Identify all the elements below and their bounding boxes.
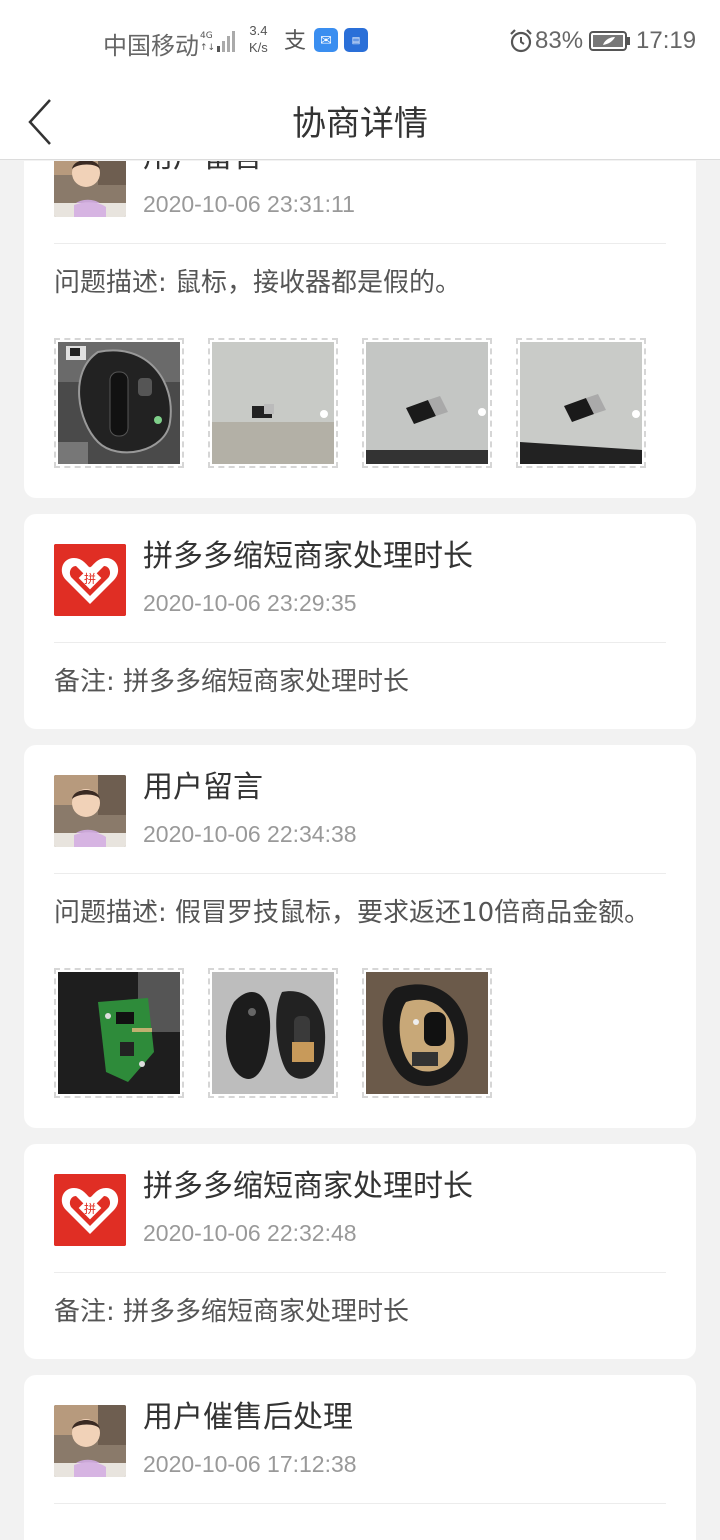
photo-thumbnail[interactable] bbox=[362, 968, 492, 1098]
receiver-on-table-photo bbox=[212, 342, 334, 464]
record-time: 2020-10-06 22:34:38 bbox=[143, 821, 357, 847]
mouse-with-receiver-photo bbox=[58, 342, 180, 464]
divider bbox=[54, 1272, 666, 1273]
photo-thumbnail[interactable] bbox=[208, 968, 338, 1098]
record-time: 2020-10-06 22:32:48 bbox=[143, 1220, 357, 1246]
receiver-closeup-photo bbox=[366, 342, 488, 464]
svg-text:拼: 拼 bbox=[84, 1202, 96, 1216]
record-title: 拼多多缩短商家处理时长 bbox=[143, 539, 473, 574]
record-title: 用户留言 bbox=[143, 161, 355, 175]
signal-icon: 4G ↑↓ bbox=[200, 31, 235, 53]
network-speed: 3.4 K/s bbox=[249, 23, 268, 55]
negotiation-timeline[interactable]: 用户留言 2020-10-06 23:31:11 问题描述: 鼠标，接收器都是假… bbox=[0, 161, 720, 1540]
carrier-name: 中国移动 bbox=[103, 33, 199, 60]
record-card: 用户留言 2020-10-06 23:31:11 问题描述: 鼠标，接收器都是假… bbox=[24, 161, 696, 498]
record-card: 用户留言 2020-10-06 22:34:38 问题描述: 假冒罗技鼠标，要求… bbox=[24, 745, 696, 1128]
record-time: 2020-10-06 17:12:38 bbox=[143, 1451, 357, 1477]
photo-thumbnail[interactable] bbox=[54, 338, 184, 468]
pinduoduo-logo: 拼 bbox=[54, 1174, 126, 1246]
record-description: 备注: 拼多多缩短商家处理时长 bbox=[54, 1297, 410, 1327]
app-notification-icon: ✉ bbox=[314, 28, 338, 52]
record-title: 拼多多缩短商家处理时长 bbox=[143, 1169, 473, 1204]
divider bbox=[54, 243, 666, 244]
record-card: 拼 拼多多缩短商家处理时长 2020-10-06 22:32:48 备注: 拼多… bbox=[24, 1144, 696, 1359]
record-title: 用户留言 bbox=[143, 770, 263, 805]
divider bbox=[54, 873, 666, 874]
record-time: 2020-10-06 23:31:11 bbox=[143, 191, 355, 217]
svg-text:↑↓: ↑↓ bbox=[200, 43, 215, 53]
user-avatar bbox=[54, 1405, 126, 1477]
page-title: 协商详情 bbox=[292, 104, 428, 144]
divider bbox=[54, 1503, 666, 1504]
battery-percent: 83% bbox=[535, 27, 584, 54]
battery-icon bbox=[589, 31, 630, 51]
status-bar: 中国移动 4G ↑↓ 3.4 K/s 支 ✉ ▤ 83% 17:19 bbox=[0, 0, 720, 80]
record-description: 问题描述: 鼠标，接收器都是假的。 bbox=[54, 268, 462, 298]
circuit-board-photo bbox=[58, 972, 180, 1094]
divider bbox=[54, 642, 666, 643]
photo-thumbnail[interactable] bbox=[208, 338, 338, 468]
record-title: 用户催售后处理 bbox=[143, 1400, 353, 1435]
svg-text:拼: 拼 bbox=[84, 572, 96, 586]
photo-list bbox=[54, 338, 666, 468]
photo-thumbnail[interactable] bbox=[54, 968, 184, 1098]
user-avatar bbox=[54, 161, 126, 217]
photo-list bbox=[54, 968, 666, 1098]
record-card: 拼 拼多多缩短商家处理时长 2020-10-06 23:29:35 备注: 拼多… bbox=[24, 514, 696, 729]
record-description: 备注: 拼多多缩短商家处理时长 bbox=[54, 667, 410, 697]
photo-thumbnail[interactable] bbox=[362, 338, 492, 468]
pinduoduo-logo: 拼 bbox=[54, 544, 126, 616]
receiver-closeup-photo-2 bbox=[520, 342, 642, 464]
alarm-icon bbox=[510, 29, 532, 53]
record-time: 2020-10-06 23:29:35 bbox=[143, 590, 357, 616]
news-app-icon: ▤ bbox=[344, 28, 368, 52]
record-card: 用户催售后处理 2020-10-06 17:12:38 bbox=[24, 1375, 696, 1540]
opened-mouse-photo bbox=[212, 972, 334, 1094]
record-list: 用户留言 2020-10-06 23:31:11 问题描述: 鼠标，接收器都是假… bbox=[24, 161, 696, 1540]
record-description: 问题描述: 假冒罗技鼠标，要求返还10倍商品金额。 bbox=[54, 898, 651, 928]
svg-text:4G: 4G bbox=[200, 31, 213, 41]
mouse-internals-photo bbox=[366, 972, 488, 1094]
navigation-header: 协商详情 bbox=[0, 80, 720, 160]
alipay-icon: 支 bbox=[284, 28, 307, 53]
photo-thumbnail[interactable] bbox=[516, 338, 646, 468]
clock-time: 17:19 bbox=[636, 27, 697, 54]
user-avatar bbox=[54, 775, 126, 847]
